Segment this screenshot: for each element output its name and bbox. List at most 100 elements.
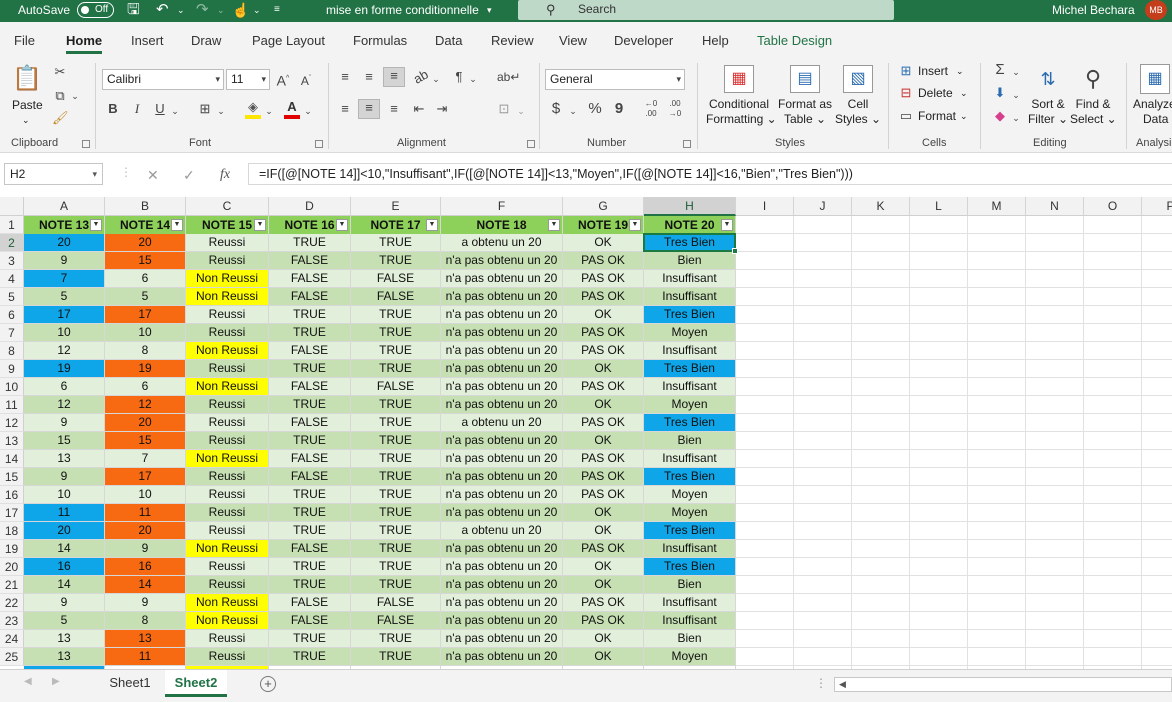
table-cell[interactable]: 5 bbox=[24, 612, 105, 630]
font-launcher-icon[interactable] bbox=[315, 140, 323, 148]
grid-cell[interactable] bbox=[910, 450, 968, 468]
tab-view[interactable]: View bbox=[559, 33, 587, 48]
table-cell[interactable]: Insuffisant bbox=[644, 288, 736, 306]
row-header[interactable]: 2 bbox=[0, 234, 24, 252]
table-cell[interactable]: Insuffisant bbox=[644, 270, 736, 288]
grid-cell[interactable] bbox=[910, 270, 968, 288]
orientation-dropdown-icon[interactable]: ⌄ bbox=[431, 71, 441, 87]
grid-cell[interactable] bbox=[1026, 450, 1084, 468]
copy-icon[interactable]: ⧉ bbox=[52, 88, 68, 104]
table-cell[interactable]: 20 bbox=[105, 522, 186, 540]
table-cell[interactable]: 5 bbox=[24, 288, 105, 306]
grid-cell[interactable] bbox=[1084, 216, 1142, 234]
analyze-data-icon[interactable]: ▦ bbox=[1140, 64, 1170, 94]
row-header[interactable]: 4 bbox=[0, 270, 24, 288]
grid-cell[interactable] bbox=[910, 342, 968, 360]
grid-cell[interactable] bbox=[794, 630, 852, 648]
middle-align-icon[interactable]: ≡ bbox=[360, 69, 378, 85]
filter-dropdown-icon[interactable]: ▼ bbox=[629, 219, 641, 231]
table-cell[interactable]: 11 bbox=[105, 648, 186, 666]
table-cell[interactable]: OK bbox=[563, 504, 644, 522]
grid-cell[interactable] bbox=[1142, 342, 1172, 360]
table-cell[interactable]: 19 bbox=[24, 360, 105, 378]
table-cell[interactable]: n'a pas obtenu un 20 bbox=[441, 648, 563, 666]
font-size-select[interactable]: 11 ▾ bbox=[226, 69, 270, 90]
grid-cell[interactable] bbox=[910, 504, 968, 522]
grid-cell[interactable] bbox=[736, 648, 794, 666]
grid-cell[interactable] bbox=[1026, 252, 1084, 270]
autosum-icon[interactable]: Σ bbox=[992, 62, 1008, 78]
grid-cell[interactable] bbox=[1026, 630, 1084, 648]
grid-cell[interactable] bbox=[852, 486, 910, 504]
align-right-icon[interactable]: ≡ bbox=[385, 101, 403, 117]
grid-cell[interactable] bbox=[1142, 234, 1172, 252]
table-header-cell[interactable]: NOTE 16 ▼ bbox=[269, 216, 351, 234]
table-cell[interactable]: n'a pas obtenu un 20 bbox=[441, 378, 563, 396]
grid-cell[interactable] bbox=[1026, 396, 1084, 414]
grid-cell[interactable] bbox=[1026, 486, 1084, 504]
column-header-e[interactable]: E bbox=[351, 197, 441, 216]
table-cell[interactable]: n'a pas obtenu un 20 bbox=[441, 558, 563, 576]
grid-cell[interactable] bbox=[852, 648, 910, 666]
column-header-g[interactable]: G bbox=[563, 197, 644, 216]
grid-cell[interactable] bbox=[910, 306, 968, 324]
row-header[interactable]: 7 bbox=[0, 324, 24, 342]
tab-formulas[interactable]: Formulas bbox=[353, 33, 407, 48]
table-cell[interactable]: Reussi bbox=[186, 468, 269, 486]
tab-draw[interactable]: Draw bbox=[191, 33, 221, 48]
table-cell[interactable]: TRUE bbox=[351, 360, 441, 378]
table-cell[interactable]: 13 bbox=[24, 450, 105, 468]
comma-button[interactable]: 9 bbox=[612, 101, 626, 117]
merge-dropdown-icon[interactable]: ⌄ bbox=[516, 103, 526, 119]
number-format-select[interactable]: General ▾ bbox=[545, 69, 685, 90]
currency-button[interactable]: $ bbox=[549, 101, 563, 117]
align-center-icon[interactable]: ≡ bbox=[358, 99, 380, 119]
table-cell[interactable]: TRUE bbox=[351, 576, 441, 594]
font-name-select[interactable]: Calibri ▾ bbox=[102, 69, 224, 90]
table-cell[interactable]: PAS OK bbox=[563, 342, 644, 360]
clear-icon[interactable]: ◆ bbox=[992, 108, 1008, 124]
insert-dropdown-icon[interactable]: ⌄ bbox=[956, 64, 964, 79]
column-header-p[interactable]: P bbox=[1142, 197, 1172, 216]
grid-cell[interactable] bbox=[1142, 378, 1172, 396]
grid-cell[interactable] bbox=[736, 378, 794, 396]
table-cell[interactable]: TRUE bbox=[351, 324, 441, 342]
grid-cell[interactable] bbox=[1026, 594, 1084, 612]
grid-cell[interactable] bbox=[1142, 522, 1172, 540]
table-cell[interactable]: FALSE bbox=[269, 288, 351, 306]
column-header-a[interactable]: A bbox=[24, 197, 105, 216]
table-cell[interactable]: Non Reussi bbox=[186, 540, 269, 558]
table-cell[interactable]: Moyen bbox=[644, 504, 736, 522]
grid-cell[interactable] bbox=[736, 216, 794, 234]
grid-cell[interactable] bbox=[1084, 540, 1142, 558]
table-cell[interactable]: Moyen bbox=[644, 486, 736, 504]
table-cell[interactable]: 6 bbox=[105, 270, 186, 288]
table-cell[interactable]: 9 bbox=[24, 252, 105, 270]
grid-cell[interactable] bbox=[968, 522, 1026, 540]
fill-icon[interactable]: ⬇ bbox=[992, 85, 1008, 101]
grid-cell[interactable] bbox=[1142, 504, 1172, 522]
grid-cell[interactable] bbox=[1142, 576, 1172, 594]
tab-review[interactable]: Review bbox=[491, 33, 534, 48]
grid-cell[interactable] bbox=[1142, 594, 1172, 612]
table-cell[interactable]: FALSE bbox=[351, 270, 441, 288]
grid-cell[interactable] bbox=[1084, 324, 1142, 342]
grid-cell[interactable] bbox=[736, 306, 794, 324]
sort-filter-button[interactable]: Sort & Filter ⌄ bbox=[1026, 97, 1070, 127]
table-cell[interactable]: TRUE bbox=[269, 648, 351, 666]
table-cell[interactable]: Insuffisant bbox=[644, 540, 736, 558]
grid-cell[interactable] bbox=[1026, 378, 1084, 396]
fill-color-dropdown-icon[interactable]: ⌄ bbox=[264, 103, 274, 119]
table-cell[interactable]: TRUE bbox=[351, 252, 441, 270]
table-cell[interactable]: PAS OK bbox=[563, 594, 644, 612]
table-cell[interactable]: n'a pas obtenu un 20 bbox=[441, 630, 563, 648]
fill-dropdown-icon[interactable]: ⌄ bbox=[1011, 87, 1021, 103]
grid-cell[interactable] bbox=[1142, 432, 1172, 450]
grid-cell[interactable] bbox=[1142, 288, 1172, 306]
select-all-corner[interactable] bbox=[0, 197, 24, 216]
table-cell[interactable]: Bien bbox=[644, 252, 736, 270]
grid-cell[interactable] bbox=[1084, 396, 1142, 414]
filter-dropdown-icon[interactable]: ▼ bbox=[336, 219, 348, 231]
grid-cell[interactable] bbox=[736, 450, 794, 468]
grid-cell[interactable] bbox=[1026, 612, 1084, 630]
